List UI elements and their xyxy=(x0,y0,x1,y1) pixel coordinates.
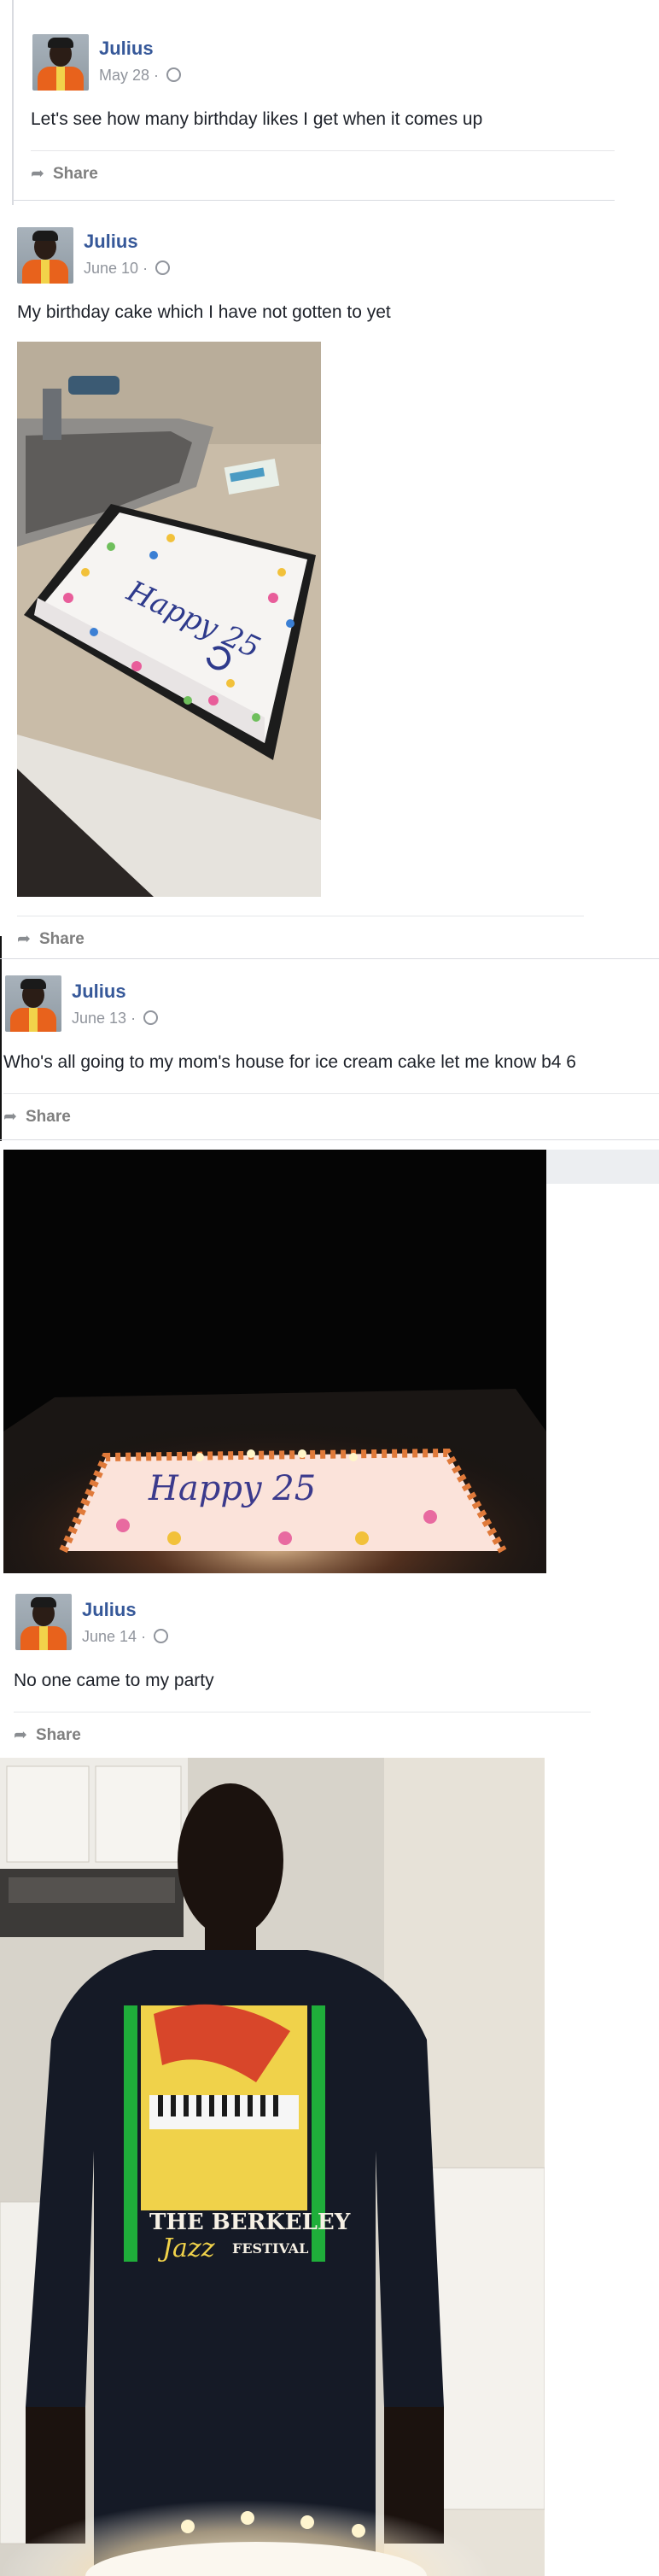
post-text: My birthday cake which I have not gotten… xyxy=(17,302,391,322)
share-button[interactable]: ➦ Share xyxy=(31,164,98,184)
globe-icon xyxy=(143,1010,159,1025)
globe-icon xyxy=(154,1629,169,1643)
night-cake-photo[interactable]: Happy 25 xyxy=(3,1150,546,1573)
globe-icon xyxy=(166,67,182,82)
avatar[interactable] xyxy=(5,975,61,1032)
avatar[interactable] xyxy=(15,1594,72,1650)
author-name[interactable]: Julius xyxy=(72,981,126,1003)
party-photo[interactable]: THE BERKELEY Jazz FESTIVAL xyxy=(0,1758,545,2576)
post-text: No one came to my party xyxy=(14,1671,214,1690)
post-date-text[interactable]: June 10 xyxy=(84,260,138,277)
post-date[interactable]: June 13 · xyxy=(72,1010,159,1027)
author-name[interactable]: Julius xyxy=(99,38,154,60)
divider xyxy=(3,1093,659,1094)
share-arrow-icon: ➦ xyxy=(14,1726,27,1744)
night-cake-photo-image: Happy 25 xyxy=(3,1150,546,1573)
separator: · xyxy=(131,1010,137,1027)
separator: · xyxy=(143,260,149,277)
shirt-line-1: THE BERKELEY xyxy=(149,2210,351,2235)
share-arrow-icon: ➦ xyxy=(31,165,44,183)
cake-photo-image: Happy 25 xyxy=(17,342,321,897)
shirt-line-2: Jazz xyxy=(157,2234,215,2263)
post-text: Let's see how many birthday likes I get … xyxy=(31,109,483,129)
share-label: Share xyxy=(36,1726,81,1744)
post-date[interactable]: May 28 · xyxy=(99,67,182,85)
post-date-text[interactable]: June 13 xyxy=(72,1010,126,1027)
post-bottom-border xyxy=(0,958,659,959)
post-date-text[interactable]: May 28 xyxy=(99,67,149,84)
separator: · xyxy=(141,1628,147,1645)
share-button[interactable]: ➦ Share xyxy=(17,929,85,949)
post-left-border xyxy=(12,0,14,205)
avatar[interactable] xyxy=(17,227,73,284)
avatar[interactable] xyxy=(32,34,89,91)
post-date[interactable]: June 10 · xyxy=(84,260,171,278)
globe-icon xyxy=(155,261,171,275)
share-button[interactable]: ➦ Share xyxy=(3,1107,71,1127)
share-label: Share xyxy=(53,165,98,183)
post-date-text[interactable]: June 14 xyxy=(82,1628,137,1645)
cake-photo[interactable]: Happy 25 xyxy=(17,342,321,897)
author-name[interactable]: Julius xyxy=(82,1599,137,1621)
cake-writing: Happy 25 xyxy=(148,1469,316,1508)
post-left-border xyxy=(0,936,2,1141)
divider xyxy=(31,150,615,151)
party-photo-image: THE BERKELEY Jazz FESTIVAL xyxy=(0,1758,545,2576)
post-text: Who's all going to my mom's house for ic… xyxy=(3,1052,576,1072)
post-bottom-border xyxy=(12,200,615,201)
share-button[interactable]: ➦ Share xyxy=(14,1725,81,1745)
share-label: Share xyxy=(39,930,85,948)
shirt-line-3: FESTIVAL xyxy=(232,2240,308,2257)
post-bottom-border xyxy=(0,1139,659,1140)
photo-side-panel xyxy=(546,1150,659,1184)
share-arrow-icon: ➦ xyxy=(17,930,31,948)
author-name[interactable]: Julius xyxy=(84,231,138,253)
share-arrow-icon: ➦ xyxy=(3,1108,17,1126)
separator: · xyxy=(154,67,160,84)
share-label: Share xyxy=(26,1108,71,1126)
post-date[interactable]: June 14 · xyxy=(82,1628,169,1646)
